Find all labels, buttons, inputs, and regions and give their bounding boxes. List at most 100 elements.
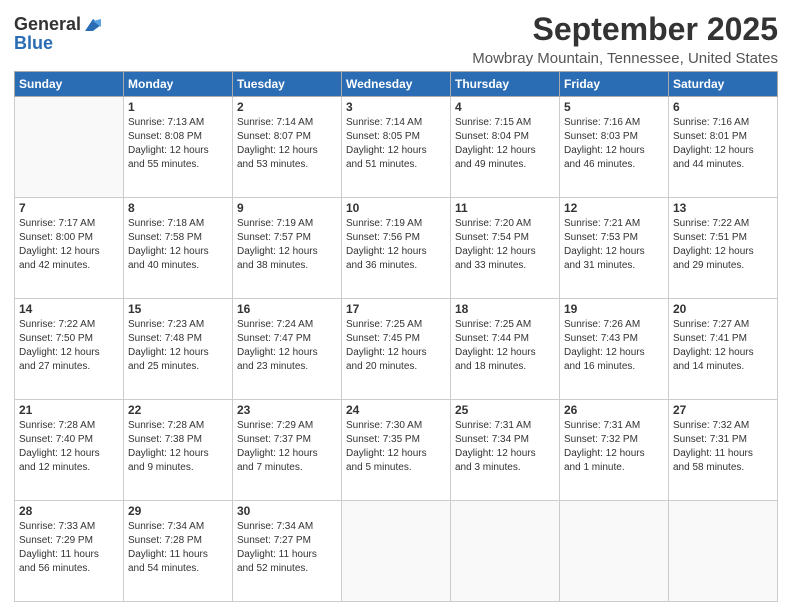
day-info: Sunrise: 7:28 AM Sunset: 7:38 PM Dayligh…: [128, 419, 228, 475]
table-row: 2 Sunrise: 7:14 AM Sunset: 8:07 PM Daylig…: [233, 97, 342, 198]
day-info: Sunrise: 7:25 AM Sunset: 7:44 PM Dayligh…: [455, 318, 555, 374]
table-row: 19 Sunrise: 7:26 AM Sunset: 7:43 PM Dayli…: [560, 299, 669, 400]
table-row: 7 Sunrise: 7:17 AM Sunset: 8:00 PM Daylig…: [15, 198, 124, 299]
sub-title: Mowbray Mountain, Tennessee, United Stat…: [472, 50, 778, 67]
day-info: Sunrise: 7:22 AM Sunset: 7:51 PM Dayligh…: [673, 217, 773, 273]
day-info: Sunrise: 7:27 AM Sunset: 7:41 PM Dayligh…: [673, 318, 773, 374]
table-row: 9Sunrise: 7:19 AM Sunset: 7:57 PM Daylig…: [233, 198, 342, 299]
page: General Blue September 2025 Mowbray Moun…: [0, 0, 792, 612]
table-row: 27Sunrise: 7:32 AM Sunset: 7:31 PM Dayli…: [669, 400, 778, 501]
table-row: [560, 501, 669, 602]
table-row: 22 Sunrise: 7:28 AM Sunset: 7:38 PM Dayli…: [124, 400, 233, 501]
table-row: 10 Sunrise: 7:19 AM Sunset: 7:56 PM Dayli…: [342, 198, 451, 299]
day-number: 7: [19, 201, 119, 215]
table-row: [669, 501, 778, 602]
day-info: Sunrise: 7:23 AM Sunset: 7:48 PM Dayligh…: [128, 318, 228, 374]
day-number: 29: [128, 504, 228, 518]
day-info: Sunrise: 7:14 AM Sunset: 8:05 PM Dayligh…: [346, 116, 446, 172]
day-info: Sunrise: 7:19 AM Sunset: 7:56 PM Dayligh…: [346, 217, 446, 273]
day-number: 9: [237, 201, 337, 215]
table-row: 14Sunrise: 7:22 AM Sunset: 7:50 PM Dayli…: [15, 299, 124, 400]
day-info: Sunrise: 7:29 AM Sunset: 7:37 PM Dayligh…: [237, 419, 337, 475]
day-info: Sunrise: 7:34 AM Sunset: 7:27 PM Dayligh…: [237, 520, 337, 576]
day-header-tuesday: Tuesday: [233, 72, 342, 97]
day-number: 4: [455, 100, 555, 114]
day-info: Sunrise: 7:20 AM Sunset: 7:54 PM Dayligh…: [455, 217, 555, 273]
day-number: 2: [237, 100, 337, 114]
header: General Blue September 2025 Mowbray Moun…: [14, 10, 778, 67]
day-info: Sunrise: 7:26 AM Sunset: 7:43 PM Dayligh…: [564, 318, 664, 374]
table-row: 18 Sunrise: 7:25 AM Sunset: 7:44 PM Dayli…: [451, 299, 560, 400]
table-row: 5 Sunrise: 7:16 AM Sunset: 8:03 PM Daylig…: [560, 97, 669, 198]
day-info: Sunrise: 7:33 AM Sunset: 7:29 PM Dayligh…: [19, 520, 119, 576]
day-info: Sunrise: 7:16 AM Sunset: 8:01 PM Dayligh…: [673, 116, 773, 172]
day-info: Sunrise: 7:16 AM Sunset: 8:03 PM Dayligh…: [564, 116, 664, 172]
day-header-friday: Friday: [560, 72, 669, 97]
table-row: [15, 97, 124, 198]
table-row: 16Sunrise: 7:24 AM Sunset: 7:47 PM Dayli…: [233, 299, 342, 400]
table-row: 11 Sunrise: 7:20 AM Sunset: 7:54 PM Dayli…: [451, 198, 560, 299]
table-row: 6 Sunrise: 7:16 AM Sunset: 8:01 PM Daylig…: [669, 97, 778, 198]
day-number: 25: [455, 403, 555, 417]
table-row: 8 Sunrise: 7:18 AM Sunset: 7:58 PM Daylig…: [124, 198, 233, 299]
table-row: 12 Sunrise: 7:21 AM Sunset: 7:53 PM Dayli…: [560, 198, 669, 299]
day-number: 3: [346, 100, 446, 114]
day-info: Sunrise: 7:28 AM Sunset: 7:40 PM Dayligh…: [19, 419, 119, 475]
table-row: 20 Sunrise: 7:27 AM Sunset: 7:41 PM Dayli…: [669, 299, 778, 400]
day-number: 15: [128, 302, 228, 316]
day-number: 10: [346, 201, 446, 215]
day-info: Sunrise: 7:32 AM Sunset: 7:31 PM Dayligh…: [673, 419, 773, 475]
day-info: Sunrise: 7:18 AM Sunset: 7:58 PM Dayligh…: [128, 217, 228, 273]
day-number: 13: [673, 201, 773, 215]
day-number: 11: [455, 201, 555, 215]
table-row: 24Sunrise: 7:30 AM Sunset: 7:35 PM Dayli…: [342, 400, 451, 501]
day-number: 12: [564, 201, 664, 215]
table-row: 29Sunrise: 7:34 AM Sunset: 7:28 PM Dayli…: [124, 501, 233, 602]
day-info: Sunrise: 7:17 AM Sunset: 8:00 PM Dayligh…: [19, 217, 119, 273]
day-info: Sunrise: 7:31 AM Sunset: 7:34 PM Dayligh…: [455, 419, 555, 475]
day-info: Sunrise: 7:13 AM Sunset: 8:08 PM Dayligh…: [128, 116, 228, 172]
logo-general: General: [14, 14, 81, 35]
day-number: 28: [19, 504, 119, 518]
day-number: 1: [128, 100, 228, 114]
table-row: 3 Sunrise: 7:14 AM Sunset: 8:05 PM Daylig…: [342, 97, 451, 198]
day-number: 23: [237, 403, 337, 417]
day-info: Sunrise: 7:15 AM Sunset: 8:04 PM Dayligh…: [455, 116, 555, 172]
day-header-saturday: Saturday: [669, 72, 778, 97]
day-number: 21: [19, 403, 119, 417]
calendar: SundayMondayTuesdayWednesdayThursdayFrid…: [14, 71, 778, 602]
logo-blue: Blue: [14, 33, 103, 54]
day-info: Sunrise: 7:25 AM Sunset: 7:45 PM Dayligh…: [346, 318, 446, 374]
day-info: Sunrise: 7:21 AM Sunset: 7:53 PM Dayligh…: [564, 217, 664, 273]
main-title: September 2025: [472, 10, 778, 48]
day-info: Sunrise: 7:24 AM Sunset: 7:47 PM Dayligh…: [237, 318, 337, 374]
logo-icon: [83, 17, 103, 33]
day-number: 30: [237, 504, 337, 518]
table-row: 15 Sunrise: 7:23 AM Sunset: 7:48 PM Dayli…: [124, 299, 233, 400]
day-number: 20: [673, 302, 773, 316]
title-block: September 2025 Mowbray Mountain, Tenness…: [472, 10, 778, 67]
day-header-sunday: Sunday: [15, 72, 124, 97]
table-row: 26Sunrise: 7:31 AM Sunset: 7:32 PM Dayli…: [560, 400, 669, 501]
table-row: 1 Sunrise: 7:13 AM Sunset: 8:08 PM Daylig…: [124, 97, 233, 198]
day-number: 6: [673, 100, 773, 114]
table-row: [342, 501, 451, 602]
table-row: 21 Sunrise: 7:28 AM Sunset: 7:40 PM Dayli…: [15, 400, 124, 501]
day-info: Sunrise: 7:14 AM Sunset: 8:07 PM Dayligh…: [237, 116, 337, 172]
table-row: 4 Sunrise: 7:15 AM Sunset: 8:04 PM Daylig…: [451, 97, 560, 198]
table-row: 30 Sunrise: 7:34 AM Sunset: 7:27 PM Dayli…: [233, 501, 342, 602]
day-number: 8: [128, 201, 228, 215]
table-row: 17Sunrise: 7:25 AM Sunset: 7:45 PM Dayli…: [342, 299, 451, 400]
day-number: 19: [564, 302, 664, 316]
table-row: 28 Sunrise: 7:33 AM Sunset: 7:29 PM Dayli…: [15, 501, 124, 602]
day-number: 22: [128, 403, 228, 417]
table-row: 25 Sunrise: 7:31 AM Sunset: 7:34 PM Dayli…: [451, 400, 560, 501]
day-number: 24: [346, 403, 446, 417]
day-number: 26: [564, 403, 664, 417]
day-number: 5: [564, 100, 664, 114]
table-row: 23 Sunrise: 7:29 AM Sunset: 7:37 PM Dayli…: [233, 400, 342, 501]
day-number: 18: [455, 302, 555, 316]
day-info: Sunrise: 7:22 AM Sunset: 7:50 PM Dayligh…: [19, 318, 119, 374]
table-row: [451, 501, 560, 602]
table-row: 13 Sunrise: 7:22 AM Sunset: 7:51 PM Dayli…: [669, 198, 778, 299]
